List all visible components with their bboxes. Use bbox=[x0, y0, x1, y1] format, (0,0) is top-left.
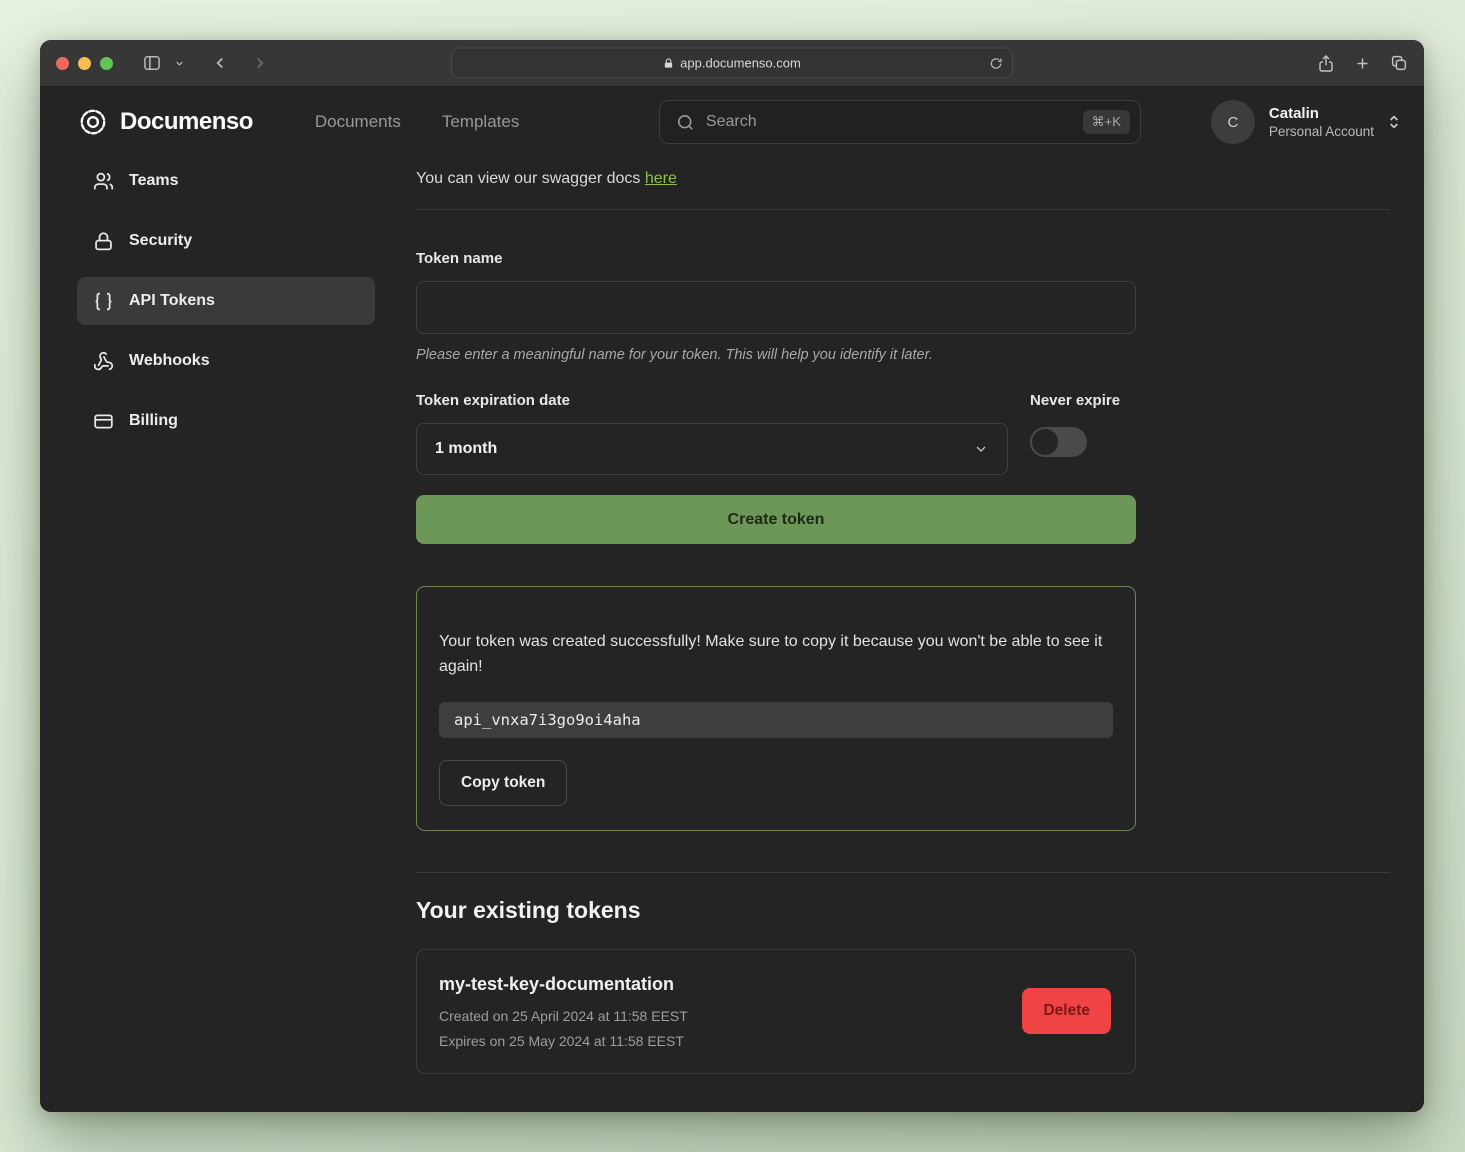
sidebar-item-label: Security bbox=[129, 232, 192, 250]
token-created-message: Your token was created successfully! Mak… bbox=[439, 629, 1111, 680]
chevron-down-icon bbox=[973, 441, 989, 457]
existing-tokens-heading: Your existing tokens bbox=[416, 897, 1390, 924]
tabs-overview-icon[interactable] bbox=[1390, 54, 1408, 72]
delete-token-button[interactable]: Delete bbox=[1022, 988, 1111, 1034]
main-nav: Documents Templates bbox=[315, 112, 519, 132]
browser-window: app.documenso.com Docum bbox=[40, 40, 1424, 1112]
settings-sidebar: Teams Security API Tokens Webhooks Billi… bbox=[77, 157, 375, 1112]
forward-button[interactable] bbox=[248, 51, 272, 75]
minimize-window-button[interactable] bbox=[78, 57, 91, 70]
token-name-help: Please enter a meaningful name for your … bbox=[416, 347, 1136, 363]
search-shortcut-badge: ⌘+K bbox=[1083, 110, 1130, 134]
webhook-icon bbox=[93, 351, 114, 372]
never-expire-toggle[interactable] bbox=[1030, 427, 1087, 457]
lock-icon bbox=[93, 231, 114, 252]
token-item-name: my-test-key-documentation bbox=[439, 974, 688, 995]
nav-documents[interactable]: Documents bbox=[315, 112, 401, 132]
token-name-input[interactable] bbox=[416, 281, 1136, 334]
brand-logo[interactable]: Documenso bbox=[78, 107, 253, 137]
sidebar-item-security[interactable]: Security bbox=[77, 217, 375, 265]
traffic-lights bbox=[56, 57, 113, 70]
sidebar-item-api-tokens[interactable]: API Tokens bbox=[77, 277, 375, 325]
sidebar-item-webhooks[interactable]: Webhooks bbox=[77, 337, 375, 385]
copy-token-button[interactable]: Copy token bbox=[439, 760, 567, 806]
never-expire-label: Never expire bbox=[1030, 392, 1136, 409]
divider bbox=[416, 209, 1390, 210]
api-tokens-panel: You can view our swagger docs here Token… bbox=[416, 157, 1390, 1112]
url-text: app.documenso.com bbox=[680, 56, 801, 71]
token-value: api_vnxa7i3go9oi4aha bbox=[439, 702, 1113, 738]
new-tab-icon[interactable] bbox=[1354, 55, 1371, 72]
account-type: Personal Account bbox=[1269, 124, 1374, 139]
back-button[interactable] bbox=[208, 51, 232, 75]
sidebar-item-teams[interactable]: Teams bbox=[77, 157, 375, 205]
reload-icon[interactable] bbox=[989, 56, 1003, 70]
swagger-docs-link[interactable]: here bbox=[645, 170, 677, 187]
share-icon[interactable] bbox=[1317, 54, 1335, 73]
browser-toolbar: app.documenso.com bbox=[40, 40, 1424, 87]
documenso-logo-icon bbox=[78, 107, 108, 137]
account-menu[interactable]: C Catalin Personal Account bbox=[1211, 100, 1402, 144]
swagger-docs-text: You can view our swagger docs here bbox=[416, 170, 1390, 188]
expiration-select[interactable]: 1 month bbox=[416, 423, 1008, 475]
braces-icon bbox=[93, 291, 114, 312]
avatar: C bbox=[1211, 100, 1255, 144]
sidebar-item-label: API Tokens bbox=[129, 292, 215, 310]
sidebar-item-label: Teams bbox=[129, 172, 179, 190]
token-created-alert: Your token was created successfully! Mak… bbox=[416, 586, 1136, 831]
app-header: Documenso Documents Templates Search ⌘+K… bbox=[40, 87, 1424, 157]
chevrons-up-down-icon bbox=[1386, 114, 1402, 130]
divider bbox=[416, 872, 1390, 873]
create-token-button[interactable]: Create token bbox=[416, 495, 1136, 544]
search-icon bbox=[676, 113, 695, 132]
token-item-expires: Expires on 25 May 2024 at 11:58 EEST bbox=[439, 1033, 688, 1049]
swagger-docs-label: You can view our swagger docs bbox=[416, 170, 645, 187]
account-name: Catalin bbox=[1269, 105, 1374, 122]
token-expiration-label: Token expiration date bbox=[416, 392, 1008, 409]
toggle-knob bbox=[1032, 429, 1058, 455]
token-item-created: Created on 25 April 2024 at 11:58 EEST bbox=[439, 1008, 688, 1024]
sidebar-toggle-icon[interactable] bbox=[139, 50, 165, 76]
users-icon bbox=[93, 171, 114, 192]
sidebar-item-label: Webhooks bbox=[129, 352, 210, 370]
search-placeholder: Search bbox=[706, 113, 1072, 131]
sidebar-item-billing[interactable]: Billing bbox=[77, 397, 375, 445]
zoom-window-button[interactable] bbox=[100, 57, 113, 70]
sidebar-item-label: Billing bbox=[129, 412, 178, 430]
lock-icon bbox=[663, 57, 674, 69]
search-input[interactable]: Search ⌘+K bbox=[659, 100, 1141, 144]
credit-card-icon bbox=[93, 411, 114, 432]
close-window-button[interactable] bbox=[56, 57, 69, 70]
brand-name: Documenso bbox=[120, 108, 253, 136]
nav-templates[interactable]: Templates bbox=[442, 112, 519, 132]
token-name-label: Token name bbox=[416, 250, 1136, 267]
address-bar[interactable]: app.documenso.com bbox=[451, 48, 1013, 79]
token-list-item: my-test-key-documentation Created on 25 … bbox=[416, 949, 1136, 1074]
expiration-selected-value: 1 month bbox=[435, 440, 497, 458]
sidebar-chevron-icon[interactable] bbox=[171, 55, 188, 72]
